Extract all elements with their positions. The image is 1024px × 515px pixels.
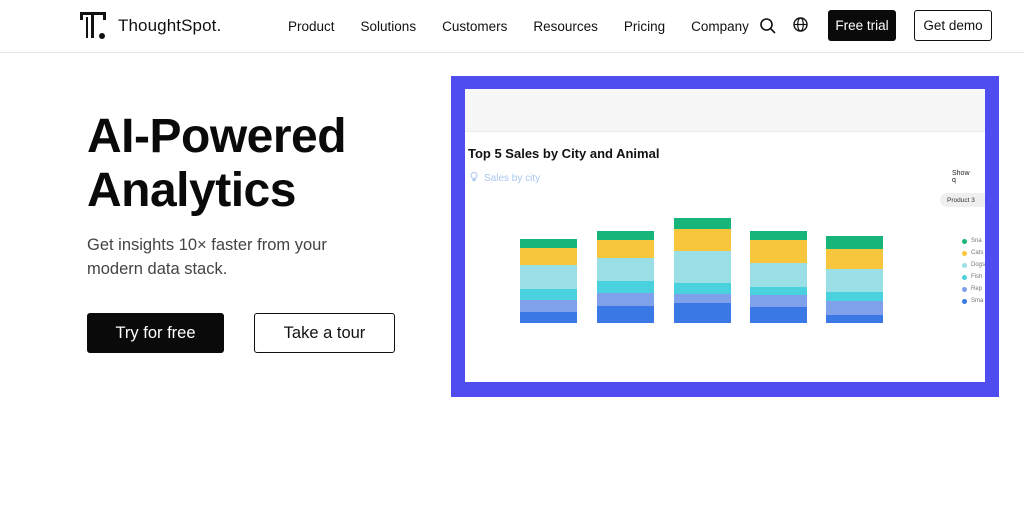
product-preview-screen: Top 5 Sales by City and Animal Sales by …: [465, 89, 985, 382]
legend-label: Sna: [971, 238, 982, 244]
brand-name: ThoughtSpot.: [118, 16, 222, 35]
legend-swatch: [962, 286, 967, 292]
bar-segment-fish[interactable]: [750, 287, 807, 295]
legend-swatch: [962, 250, 967, 256]
bar-segment-dogs[interactable]: [826, 269, 883, 292]
bar-segment-sna[interactable]: [826, 236, 883, 249]
bar-segment-dogs[interactable]: [674, 251, 731, 283]
free-trial-button[interactable]: Free trial: [828, 10, 896, 41]
preview-top-strip: [465, 89, 985, 132]
chart-panel: Top 5 Sales by City and Animal Sales by …: [465, 132, 985, 382]
bar-segment-sma[interactable]: [826, 315, 883, 323]
bar-segment-fish[interactable]: [674, 283, 731, 294]
take-a-tour-button[interactable]: Take a tour: [254, 313, 395, 353]
try-for-free-button[interactable]: Try for free: [87, 313, 224, 353]
legend-label: Fish: [971, 274, 983, 280]
hero-title-line-2: Analytics: [87, 164, 296, 217]
bar-segment-sna[interactable]: [597, 231, 654, 240]
main-nav: Product Solutions Customers Resources Pr…: [288, 0, 749, 52]
bar-segment-dogs[interactable]: [597, 258, 654, 281]
nav-company[interactable]: Company: [691, 19, 749, 34]
legend-swatch: [962, 238, 967, 244]
legend-item[interactable]: Fish: [962, 271, 985, 283]
nav-customers[interactable]: Customers: [442, 19, 507, 34]
nav-resources[interactable]: Resources: [533, 19, 598, 34]
legend-item[interactable]: Sna: [962, 235, 985, 247]
get-demo-button[interactable]: Get demo: [914, 10, 992, 41]
legend-swatch: [962, 298, 967, 304]
bar-segment-dogs[interactable]: [520, 265, 577, 289]
bar-segment-fish[interactable]: [520, 289, 577, 300]
bar-segment-sma[interactable]: [597, 306, 654, 323]
hero-subtitle: Get insights 10× faster from your modern…: [87, 236, 327, 278]
bar-segment-rep[interactable]: [520, 300, 577, 312]
bar-segment-rep[interactable]: [750, 295, 807, 307]
stacked-bar-chart: [520, 218, 883, 323]
bar-segment-rep[interactable]: [826, 301, 883, 315]
legend-item[interactable]: Cats: [962, 247, 985, 259]
thoughtspot-logo-icon: [80, 12, 108, 40]
bar-segment-fish[interactable]: [597, 281, 654, 293]
nav-pricing[interactable]: Pricing: [624, 19, 665, 34]
top-navigation-bar: ThoughtSpot. Product Solutions Customers…: [0, 0, 1024, 53]
bar-segment-rep[interactable]: [674, 294, 731, 303]
bar-segment-sma[interactable]: [520, 312, 577, 323]
bar-segment-cats[interactable]: [520, 248, 577, 265]
legend-label: Cats: [971, 250, 984, 256]
bar-segment-cats[interactable]: [750, 240, 807, 263]
bar-segment-sma[interactable]: [674, 303, 731, 323]
bar-segment-fish[interactable]: [826, 292, 883, 301]
thoughtspot-logo[interactable]: ThoughtSpot.: [80, 12, 221, 40]
bar-segment-sma[interactable]: [750, 307, 807, 323]
legend-label: Sma: [971, 298, 984, 304]
legend-label: Rep: [971, 286, 983, 292]
chart-legend: Sna Cats Dogs Fish Rep Sma: [962, 235, 985, 307]
bar-segment-sna[interactable]: [674, 218, 731, 229]
nav-solutions[interactable]: Solutions: [361, 19, 417, 34]
legend-item[interactable]: Dogs: [962, 259, 985, 271]
hero-title-line-1: AI-Powered: [87, 110, 347, 163]
bar-segment-cats[interactable]: [826, 249, 883, 269]
search-icon[interactable]: [759, 17, 777, 35]
bar-segment-cats[interactable]: [674, 229, 731, 251]
legend-label: Dogs: [971, 262, 985, 268]
legend-swatch: [962, 262, 967, 268]
legend-item[interactable]: Sma: [962, 295, 985, 307]
bar-segment-sna[interactable]: [750, 231, 807, 240]
bar-segment-sna[interactable]: [520, 239, 577, 248]
bar-segment-dogs[interactable]: [750, 263, 807, 287]
nav-product[interactable]: Product: [288, 19, 335, 34]
legend-swatch: [962, 274, 967, 280]
bar-segment-rep[interactable]: [597, 293, 654, 306]
hero-title: AI-Powered Analytics: [87, 110, 347, 218]
globe-icon[interactable]: [792, 16, 810, 34]
bar-segment-cats[interactable]: [597, 240, 654, 258]
legend-item[interactable]: Rep: [962, 283, 985, 295]
